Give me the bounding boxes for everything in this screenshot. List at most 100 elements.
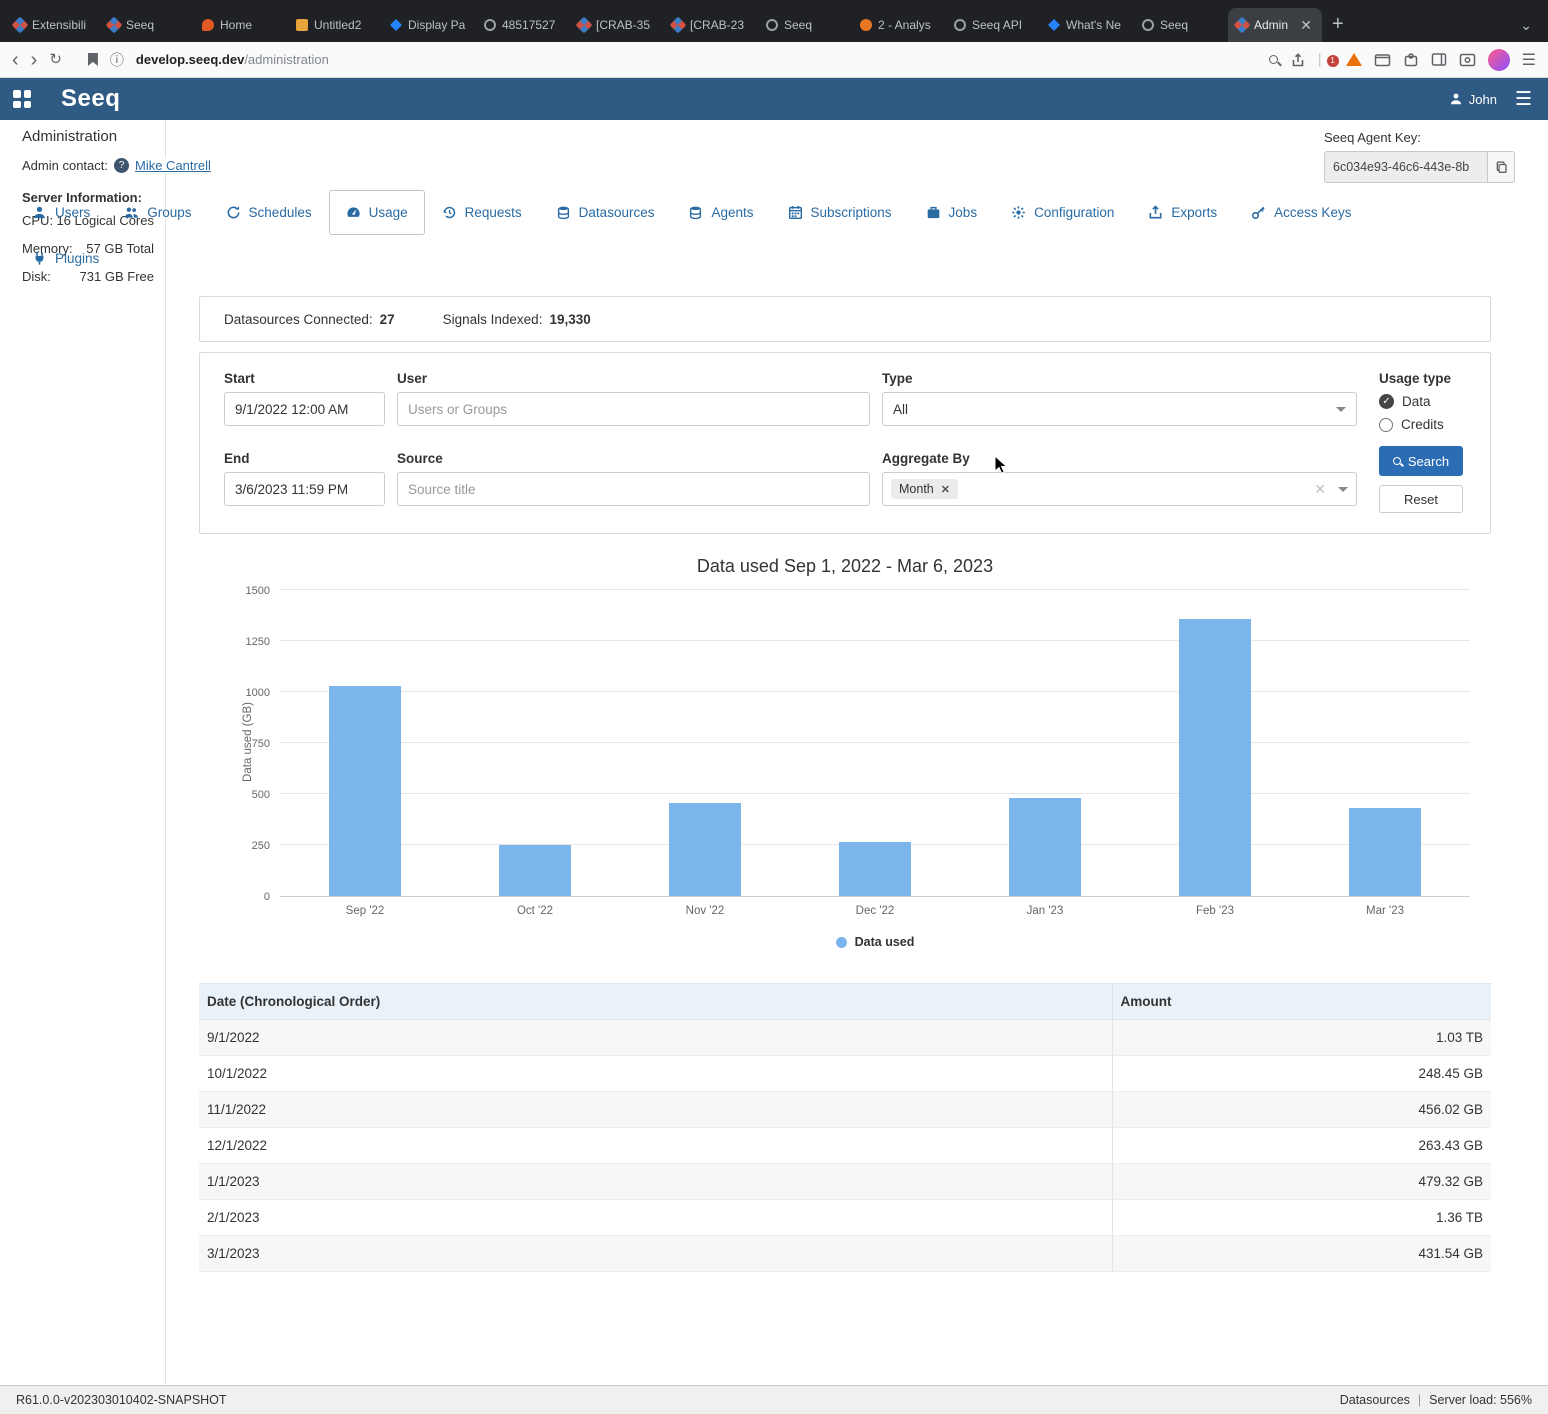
browser-tab[interactable]: 2 - Analys [852, 8, 946, 42]
wallet-icon[interactable] [1374, 52, 1391, 67]
reset-button[interactable]: Reset [1379, 485, 1463, 513]
cell-amount: 456.02 GB [1112, 1092, 1491, 1128]
legend-label: Data used [855, 935, 915, 949]
zoom-icon[interactable] [1269, 55, 1278, 64]
browser-tab[interactable]: Untitled2 [288, 8, 382, 42]
tab-jobs[interactable]: Jobs [909, 190, 995, 235]
extensions-puzzle-icon[interactable] [1403, 52, 1419, 68]
media-cast-icon[interactable] [1459, 53, 1476, 67]
chart-bar[interactable] [1179, 619, 1251, 896]
user-menu[interactable]: John [1449, 92, 1497, 107]
browser-tab[interactable]: Display Pa [382, 8, 476, 42]
tab-configuration[interactable]: Configuration [994, 190, 1131, 235]
browser-tab[interactable]: 48517527 [476, 8, 570, 42]
browser-tab-label: [CRAB-35 [596, 18, 656, 32]
jira-favicon [1048, 19, 1060, 31]
table-row: 2/1/20231.36 TB [199, 1200, 1491, 1236]
chart-bar[interactable] [499, 845, 571, 896]
site-info-icon[interactable]: ⓘ [110, 50, 124, 70]
tab-exports[interactable]: Exports [1131, 190, 1234, 235]
browser-tab-label: 2 - Analys [878, 18, 938, 32]
admin-contact-link[interactable]: Mike Cantrell [135, 158, 211, 173]
browser-tab[interactable]: [CRAB-35 [570, 8, 664, 42]
copy-key-button[interactable] [1487, 151, 1515, 183]
app-menu-icon[interactable]: ☰ [1515, 88, 1532, 111]
x-tick-label: Oct '22 [450, 905, 620, 917]
type-select[interactable]: All [882, 392, 1357, 426]
usage-panel: Datasources Connected: 27 Signals Indexe… [199, 296, 1491, 1272]
tab-label: Access Keys [1274, 205, 1351, 220]
share-icon[interactable] [1290, 52, 1306, 68]
browser-tab-label: What's Ne [1066, 18, 1126, 32]
month-chip: Month ✕ [891, 479, 958, 499]
sidepanel-icon[interactable] [1431, 52, 1447, 67]
tab-users[interactable]: Users [15, 190, 107, 235]
url-bar[interactable]: develop.seeq.dev/administration [136, 52, 329, 67]
seeq-logo[interactable]: Seeq [61, 85, 120, 113]
new-tab-button[interactable]: + [1322, 13, 1354, 42]
user-input[interactable] [397, 392, 870, 426]
agent-key-block: Seeq Agent Key: [1324, 130, 1518, 183]
tab-usage[interactable]: Usage [329, 190, 425, 235]
tab-groups[interactable]: Groups [107, 190, 208, 235]
usage-type-field: Usage type ✓ Data Credits Search Reset [1379, 371, 1466, 513]
chart-bar[interactable] [329, 686, 401, 896]
chart-slot [450, 591, 620, 896]
browser-tab[interactable]: Seeq API [946, 8, 1040, 42]
clear-selection-icon[interactable]: ✕ [1314, 481, 1326, 498]
browser-tab[interactable]: What's Ne [1040, 8, 1134, 42]
rewards-triangle-icon[interactable] [1346, 53, 1362, 66]
jira-favicon [390, 19, 402, 31]
chart-bar[interactable] [669, 803, 741, 896]
search-button[interactable]: Search [1379, 446, 1463, 476]
browser-menu-icon[interactable]: ☰ [1522, 50, 1536, 70]
chart-bar[interactable] [1349, 808, 1421, 896]
chart-bar[interactable] [1009, 798, 1081, 896]
tab-requests[interactable]: Requests [425, 190, 539, 235]
tab-subscriptions[interactable]: Subscriptions [771, 190, 909, 235]
radio-data[interactable]: ✓ Data [1379, 394, 1466, 409]
browser-tab[interactable]: Extensibili [6, 8, 100, 42]
agent-key-input[interactable] [1324, 151, 1487, 183]
chart-legend[interactable]: Data used [280, 935, 1470, 949]
forward-button[interactable]: › [31, 50, 38, 70]
radio-checked-icon: ✓ [1379, 394, 1394, 409]
chart-slot [960, 591, 1130, 896]
apps-grid-icon[interactable] [13, 90, 31, 108]
signals-indexed-stat: Signals Indexed: 19,330 [443, 312, 591, 327]
end-input[interactable]: 3/6/2023 11:59 PM [224, 472, 385, 506]
chip-remove-icon[interactable]: ✕ [941, 483, 950, 496]
tab-schedules[interactable]: Schedules [209, 190, 329, 235]
cell-amount: 479.32 GB [1112, 1164, 1491, 1200]
gears-icon [1011, 205, 1026, 220]
start-input[interactable]: 9/1/2022 12:00 AM [224, 392, 385, 426]
tab-plugins[interactable]: Plugins [15, 236, 116, 281]
source-input[interactable] [397, 472, 870, 506]
tab-label: Configuration [1034, 205, 1114, 220]
browser-tab[interactable]: [CRAB-23 [664, 8, 758, 42]
browser-tab[interactable]: Seeq [1134, 8, 1228, 42]
legend-marker-icon [836, 937, 847, 948]
browser-tab[interactable]: Seeq [758, 8, 852, 42]
back-button[interactable]: ‹ [12, 50, 19, 70]
browser-tab[interactable]: Admin✕ [1228, 8, 1322, 42]
profile-avatar[interactable] [1488, 49, 1510, 71]
footer-datasources-label: Datasources [1340, 1393, 1410, 1407]
aggregate-by-select[interactable]: Month ✕ ✕ [882, 472, 1357, 506]
main-content: Administration Admin contact: ? Mike Can… [0, 120, 1548, 1385]
end-field: End 3/6/2023 11:59 PM [224, 451, 385, 513]
reload-button[interactable]: ↻ [49, 52, 62, 67]
tab-close-icon[interactable]: ✕ [1298, 17, 1314, 34]
tab-label: Schedules [249, 205, 312, 220]
cell-date: 2/1/2023 [199, 1200, 1112, 1236]
tab-datasources[interactable]: Datasources [539, 190, 672, 235]
briefcase-icon [926, 205, 941, 220]
chart-bar[interactable] [839, 842, 911, 896]
browser-tab[interactable]: Home [194, 8, 288, 42]
radio-credits[interactable]: Credits [1379, 417, 1466, 432]
browser-tab[interactable]: Seeq [100, 8, 194, 42]
bookmark-icon[interactable] [88, 53, 98, 66]
tab-access-keys[interactable]: Access Keys [1234, 190, 1368, 235]
tab-agents[interactable]: Agents [671, 190, 770, 235]
tab-search-chevron-icon[interactable]: ⌄ [1510, 17, 1542, 42]
